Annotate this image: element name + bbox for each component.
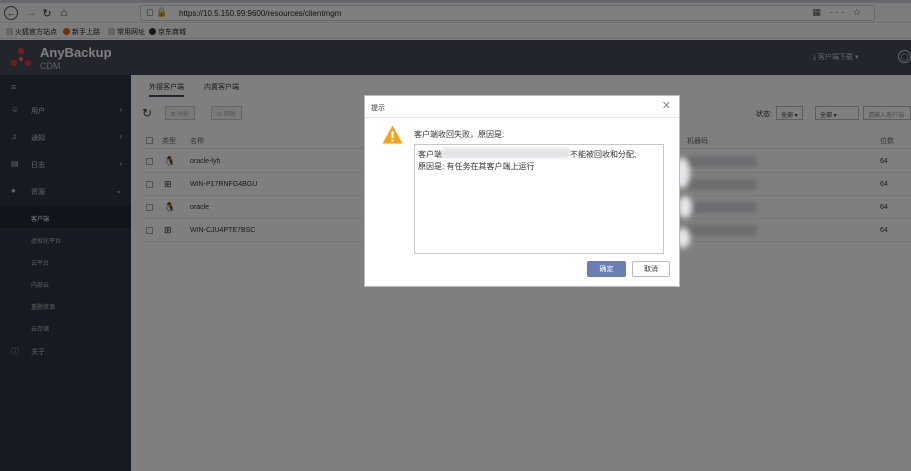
dialog-title: 提示 (371, 105, 385, 112)
error-detail-textarea[interactable]: 客户端 不能被回收和分配, 原因是: 有任务在其客户端上运行 (414, 144, 664, 254)
close-icon[interactable]: ✕ (662, 99, 671, 112)
cancel-button[interactable]: 取消 (632, 261, 670, 277)
warning-icon (382, 125, 403, 144)
redaction-blob (678, 196, 692, 218)
dialog-message: 客户端收回失败，原因是: (414, 130, 505, 139)
ok-button[interactable]: 确定 (587, 261, 626, 277)
divider (365, 117, 679, 118)
redacted-text (442, 148, 570, 158)
alert-dialog: 提示 ✕ 客户端收回失败，原因是: 客户端 不能被回收和分配, 原因是: 有任务在… (364, 95, 680, 287)
